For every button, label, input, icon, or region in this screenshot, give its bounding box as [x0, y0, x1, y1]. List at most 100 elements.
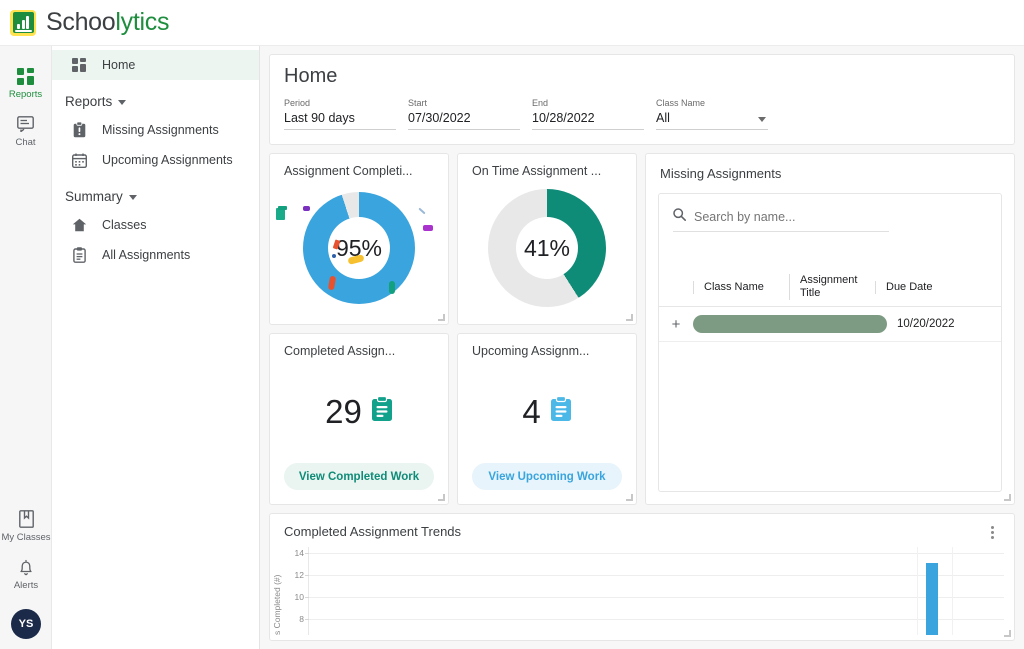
- filter-end-value: 10/28/2022: [532, 108, 644, 130]
- tile-resize-handle[interactable]: [626, 314, 633, 321]
- completed-assignments-tile: Completed Assign... 29 View Completed Wo…: [269, 333, 449, 505]
- chevron-down-icon[interactable]: [758, 117, 766, 122]
- donut-tiles-row: Assignment Completi... 95% On Time Assig…: [269, 153, 637, 325]
- completed-assignments-value: 29: [325, 392, 362, 430]
- schoolytics-logo-icon[interactable]: [10, 9, 36, 36]
- nav-item-missing-assignments[interactable]: Missing Assignments: [52, 115, 259, 145]
- filter-end-label: End: [532, 98, 549, 108]
- logo-bar-1: [17, 24, 20, 29]
- grid-line: [305, 597, 1004, 598]
- on-time-assignment-value: 41%: [523, 234, 571, 261]
- nav-item-home[interactable]: Home: [52, 50, 259, 80]
- confetti-particle: [278, 206, 287, 210]
- column-header-due-date[interactable]: Due Date: [875, 280, 971, 294]
- trends-title: Completed Assignment Trends: [284, 524, 462, 539]
- filter-start[interactable]: Start 07/30/2022: [408, 98, 520, 130]
- tile-resize-handle[interactable]: [626, 494, 633, 501]
- main-content: Home Period Last 90 days Start 07/30/202…: [260, 46, 1024, 649]
- chevron-down-icon: [128, 195, 137, 200]
- tile-resize-handle[interactable]: [438, 314, 445, 321]
- logo-bar-2: [21, 20, 25, 29]
- plot-grid: [305, 547, 1004, 635]
- column-header-class-name[interactable]: Class Name: [693, 280, 789, 294]
- brand-name-part-2: lytics: [115, 8, 170, 36]
- grid-vline: [952, 547, 953, 635]
- rail-item-chat[interactable]: Chat: [0, 106, 52, 154]
- chevron-down-icon: [118, 100, 127, 105]
- completed-assignments-title: Completed Assign...: [284, 344, 396, 358]
- y-tick: 8: [299, 614, 304, 624]
- missing-assignments-table-header: Class Name Assignment Title Due Date: [659, 274, 1001, 307]
- donut-center-hole: 41%: [516, 217, 578, 279]
- view-upcoming-work-button[interactable]: View Upcoming Work: [472, 463, 622, 490]
- clipboard-green-icon: [371, 395, 393, 427]
- table-empty-area: [659, 342, 1001, 491]
- assignment-completion-tile: Assignment Completi... 95%: [269, 153, 449, 325]
- assignment-completion-chart: 95%: [270, 180, 448, 316]
- nav-item-upcoming-assignments[interactable]: Upcoming Assignments: [52, 145, 259, 175]
- view-completed-work-button[interactable]: View Completed Work: [284, 463, 434, 490]
- missing-assignments-table-wrapper: Class Name Assignment Title Due Date + 1…: [658, 193, 1002, 492]
- expand-row-button[interactable]: +: [659, 316, 693, 333]
- brand-name-part-1: Schoo: [46, 8, 116, 36]
- cell-due-date: 10/20/2022: [897, 318, 955, 330]
- logo-bar-3: [26, 16, 29, 29]
- upcoming-assignments-value: 4: [522, 392, 541, 430]
- filter-start-value: 07/30/2022: [408, 108, 520, 130]
- trends-header: Completed Assignment Trends: [270, 524, 1014, 539]
- filter-period[interactable]: Period Last 90 days: [284, 98, 396, 130]
- stat-tiles-row: Completed Assign... 29 View Completed Wo…: [269, 333, 637, 505]
- nav-group-summary-label: Summary: [65, 189, 123, 204]
- bell-icon: [0, 557, 52, 577]
- missing-assignments-search[interactable]: [673, 208, 889, 232]
- chat-bubble-icon: [0, 114, 52, 134]
- rail-item-alerts[interactable]: Alerts: [0, 549, 52, 597]
- brand-name[interactable]: Schoolytics: [46, 8, 169, 37]
- table-row[interactable]: + 10/20/2022: [659, 307, 1001, 342]
- trends-plot: s Completed (#) 14 12 10 8: [270, 547, 1004, 635]
- on-time-assignment-chart: 41%: [458, 180, 636, 316]
- on-time-assignment-tile: On Time Assignment ... 41%: [457, 153, 637, 325]
- filter-period-label: Period: [284, 98, 311, 108]
- donut-on-time: 41%: [488, 189, 606, 307]
- y-tick: 10: [294, 592, 304, 602]
- avatar[interactable]: YS: [11, 609, 41, 639]
- grid-line: [305, 619, 1004, 620]
- column-header-assignment-title[interactable]: Assignment Title: [789, 274, 875, 300]
- dashboard-grid-icon: [70, 58, 88, 72]
- nav-group-summary[interactable]: Summary: [52, 175, 259, 210]
- home-icon: [70, 218, 88, 232]
- y-axis-label: s Completed (#): [272, 574, 282, 635]
- completed-assignment-trends-card: Completed Assignment Trends s Completed …: [269, 513, 1015, 641]
- assignment-completion-title: Assignment Completi...: [284, 164, 413, 178]
- avatar-initials: YS: [18, 618, 34, 630]
- filter-end[interactable]: End 10/28/2022: [532, 98, 644, 130]
- kebab-menu-icon[interactable]: [984, 524, 1000, 539]
- rail-bottom-group: My Classes Alerts YS: [0, 501, 52, 639]
- app-rail: Reports Chat My Classes Alerts YS: [0, 46, 52, 649]
- confetti-particle: [303, 206, 310, 211]
- redacted-cell: [693, 315, 887, 333]
- rail-item-my-classes[interactable]: My Classes: [0, 501, 52, 549]
- confetti-particle: [423, 225, 433, 231]
- nav-item-all-assignments[interactable]: All Assignments: [52, 240, 259, 270]
- nav-group-reports[interactable]: Reports: [52, 80, 259, 115]
- bar-series-point[interactable]: [926, 563, 938, 635]
- nav-item-classes[interactable]: Classes: [52, 210, 259, 240]
- card-resize-handle[interactable]: [1004, 494, 1011, 501]
- view-upcoming-work-label: View Upcoming Work: [488, 470, 606, 483]
- rail-item-alerts-label: Alerts: [13, 580, 39, 591]
- upcoming-assignments-body: 4: [458, 360, 636, 463]
- nav-item-missing-assignments-label: Missing Assignments: [102, 123, 219, 137]
- filter-class-name[interactable]: Class Name All: [656, 98, 768, 130]
- card-resize-handle[interactable]: [1004, 630, 1011, 637]
- rail-item-reports[interactable]: Reports: [0, 58, 52, 106]
- tiles-column: Assignment Completi... 95% On Time Assig…: [269, 153, 637, 505]
- grid-icon: [0, 66, 52, 86]
- y-tick: 12: [294, 570, 304, 580]
- search-input[interactable]: [694, 210, 889, 224]
- clipboard-blue-icon: [550, 395, 572, 427]
- rail-item-chat-label: Chat: [15, 137, 36, 148]
- tile-resize-handle[interactable]: [438, 494, 445, 501]
- filter-period-value: Last 90 days: [284, 108, 396, 130]
